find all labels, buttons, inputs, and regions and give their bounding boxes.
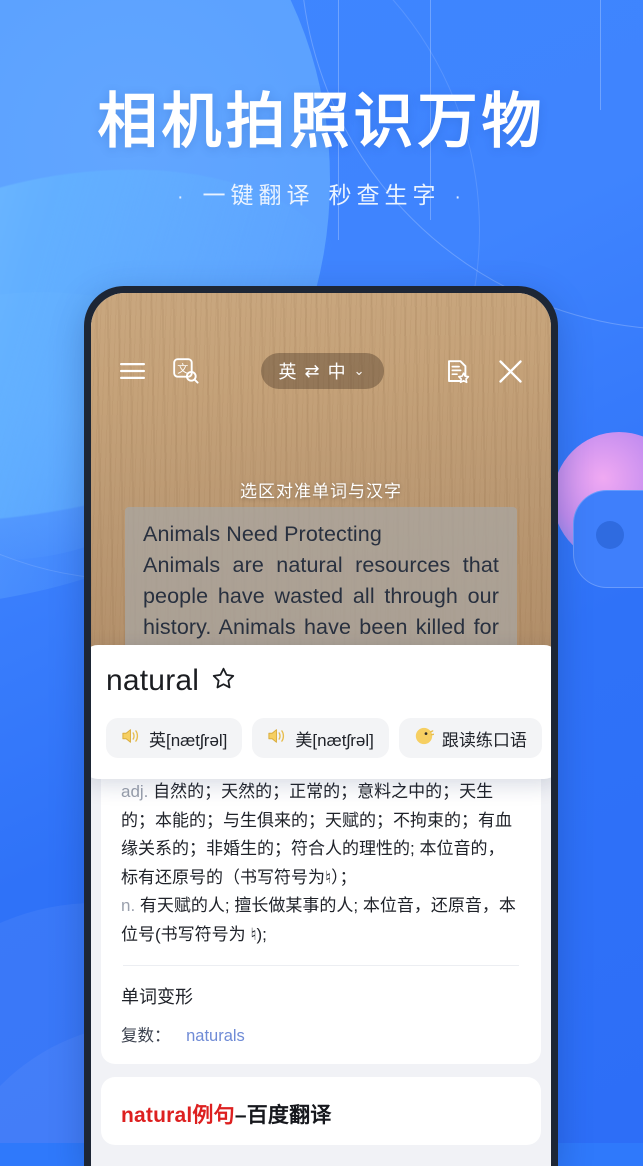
definition-list: adj. 自然的；天然的；正常的；意料之中的；天生的；本能的；与生俱来的；天赋的… [121,778,521,949]
svg-text:文: 文 [177,361,188,375]
language-switch-pill[interactable]: 英 ⇄ 中 ⌄ [261,353,384,389]
camera-viewfinder: 文 英 ⇄ 中 ⌄ [91,293,551,668]
lang-swap-icon: ⇄ [305,361,321,382]
lang-from-label: 英 [279,358,298,384]
camera-hint-text: 选区对准单词与汉字 [91,477,551,502]
word-result-card: natural 英[nætʃrəl] [91,645,551,779]
page-title: 相机拍照识万物 [0,88,643,155]
pronounce-uk-label: 英[nætʃrəl] [149,726,227,751]
word-form-label: 复数： [121,1027,171,1045]
translate-search-icon[interactable]: 文 [169,354,203,388]
definition-entry: n. 有天赋的人; 擅长做某事的人; 本位音，还原音，本位号(书写符号为 ♮); [121,892,521,949]
word-forms-title: 单词变形 [121,983,521,1009]
examples-title-word: natural例句 [121,1104,235,1127]
word-form-row: 复数： naturals [121,1022,521,1046]
speaker-icon [267,727,287,750]
word-headword: natural [106,664,199,698]
definition-text: 自然的；天然的；正常的；意料之中的；天生的；本能的；与生俱来的；天赋的；不拘束的… [121,782,512,887]
scanned-text: Animals Need Protecting Animals are natu… [125,507,517,668]
word-form-value[interactable]: naturals [186,1027,245,1045]
document-star-icon[interactable] [441,354,475,388]
section-divider [123,965,519,966]
camera-toolbar: 文 英 ⇄ 中 ⌄ [91,348,551,394]
close-icon[interactable] [493,354,527,388]
speaking-practice-label: 跟读练口语 [442,726,527,751]
phone-screen: 文 英 ⇄ 中 ⌄ [91,293,551,1166]
chevron-down-icon: ⌄ [354,363,366,379]
scanned-text-line-title: Animals Need Protecting [143,519,499,550]
examples-title: natural例句–百度翻译 [121,1099,521,1129]
lang-to-label: 中 [328,358,347,384]
mascot-eye-left-icon [596,521,624,549]
speaking-practice-button[interactable]: 跟读练口语 [399,718,542,758]
hamburger-menu-icon[interactable] [115,354,149,388]
examples-title-source: –百度翻译 [235,1104,332,1127]
part-of-speech: n. [121,896,135,915]
pronounce-uk-button[interactable]: 英[nætʃrəl] [106,718,242,758]
phone-mockup: 文 英 ⇄ 中 ⌄ [84,286,558,1166]
subtitle-text-b: 秒查生字 [329,182,441,208]
examples-card: natural例句–百度翻译 [101,1077,541,1145]
hero-subtitle: ·一键翻译秒查生字· [0,176,643,210]
hero-block: 相机拍照识万物 ·一键翻译秒查生字· [0,88,643,210]
pronounce-us-button[interactable]: 美[nætʃrəl] [252,718,388,758]
scanned-text-region: Animals Need Protecting Animals are natu… [125,507,517,668]
mascot-body-icon [573,490,643,588]
subtitle-text-a: 一键翻译 [203,182,315,208]
definition-text: 有天赋的人; 擅长做某事的人; 本位音，还原音，本位号(书写符号为 ♮); [121,896,516,944]
mic-practice-icon [414,726,434,751]
pronunciation-row: 英[nætʃrəl] 美[nætʃrəl] [106,718,536,758]
subtitle-dot-left: · [163,187,202,208]
word-title-row: natural [106,664,536,698]
part-of-speech: adj. [121,782,148,801]
pronounce-us-label: 美[nætʃrəl] [295,726,373,751]
star-outline-icon[interactable] [211,666,236,696]
speaker-icon [121,727,141,750]
definition-entry: adj. 自然的；天然的；正常的；意料之中的；天生的；本能的；与生俱来的；天赋的… [121,778,521,892]
subtitle-dot-right: · [441,187,480,208]
